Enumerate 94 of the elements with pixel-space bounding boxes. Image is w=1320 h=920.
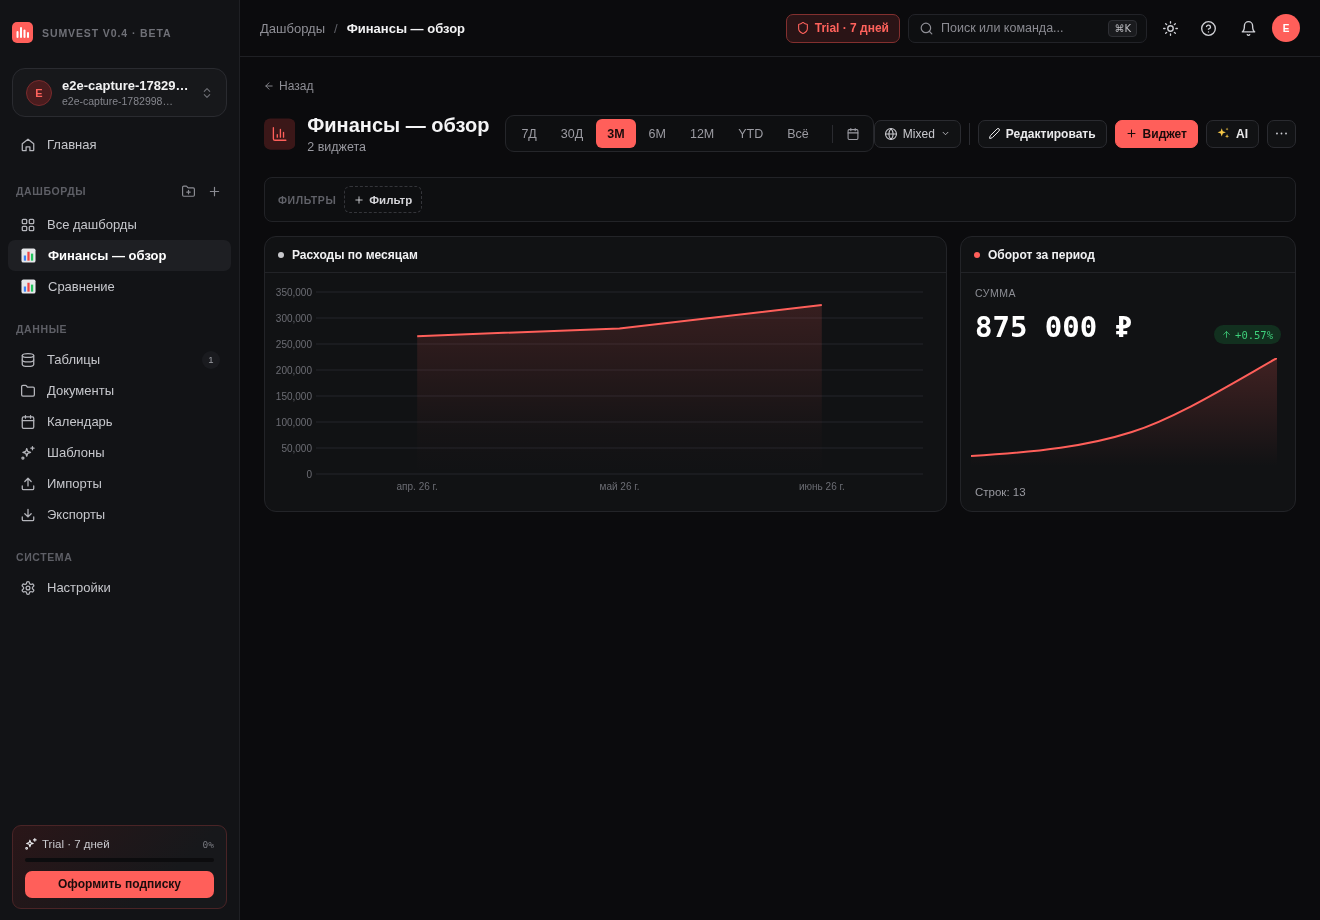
period-tab[interactable]: 12М <box>678 119 726 148</box>
y-axis-label: 100,000 <box>275 416 312 428</box>
mode-dropdown[interactable]: Mixed <box>873 119 961 148</box>
workspace-name: e2e-capture-17829… <box>62 77 190 94</box>
breadcrumb-item[interactable]: Дашборды <box>260 20 325 36</box>
y-axis-label: 300,000 <box>275 312 312 324</box>
nav-item[interactable]: Финансы — обзор <box>8 240 231 271</box>
y-axis-label: 0 <box>306 468 312 480</box>
add-widget-button[interactable]: Виджет <box>1114 119 1198 148</box>
sparkles-icon <box>1217 127 1230 140</box>
period-tab[interactable]: 3М <box>596 119 636 148</box>
download-icon <box>21 507 35 522</box>
nav-item[interactable]: Настройки <box>8 572 231 603</box>
more-icon <box>1276 132 1287 135</box>
nav-item[interactable]: Таблицы 1 <box>8 344 231 375</box>
nav-item[interactable]: Все дашборды <box>8 209 231 240</box>
nav-item[interactable]: Шаблоны <box>8 437 231 468</box>
kpi-value: 875 000 ₽ <box>975 310 1133 344</box>
row-count: Строк: 13 <box>975 486 1027 498</box>
widget-count: 2 виджета <box>307 140 368 154</box>
calendar-icon[interactable] <box>846 127 859 140</box>
bar-chart-icon <box>21 279 36 294</box>
sparkles-icon <box>21 445 35 460</box>
period-tab[interactable]: YTD <box>727 119 775 148</box>
trial-percent: 0% <box>202 838 214 850</box>
x-axis-label: апр. 26 г. <box>396 481 438 492</box>
calendar-icon <box>21 414 35 429</box>
kpi-label: СУММА <box>975 287 1017 300</box>
plus-icon[interactable] <box>208 184 221 198</box>
nav-item[interactable]: Календарь <box>8 406 231 437</box>
change-value: +0.57% <box>1235 328 1273 341</box>
nav-item[interactable]: Сравнение <box>8 271 231 302</box>
nav-item[interactable]: Главная <box>8 129 231 160</box>
section-title: ДАННЫЕ <box>16 323 68 335</box>
sparkles-icon <box>25 838 37 850</box>
bar-chart-icon <box>21 248 36 263</box>
nav-item[interactable]: Документы <box>8 375 231 406</box>
subscribe-button[interactable]: Оформить подписку <box>25 870 214 898</box>
home-icon <box>21 137 35 152</box>
pencil-icon <box>988 128 1000 139</box>
workspace-avatar: E <box>26 79 52 106</box>
chevrons-icon <box>201 86 213 99</box>
shield-icon <box>796 22 809 34</box>
globe-icon <box>884 127 897 140</box>
plus-icon <box>354 194 365 205</box>
folder-icon <box>21 383 35 398</box>
x-axis-label: май 26 г. <box>599 481 640 492</box>
section-title: ДАШБОРДЫ <box>16 185 87 197</box>
help-icon[interactable] <box>1201 20 1216 36</box>
sun-icon[interactable] <box>1163 20 1178 36</box>
trial-label: Trial · 7 дней <box>42 838 110 850</box>
settings-icon <box>21 580 35 595</box>
filter-label: ФИЛЬТРЫ <box>278 193 337 206</box>
y-axis-label: 50,000 <box>281 442 312 454</box>
logo-icon <box>12 22 33 43</box>
shortcut-key: ⌘K <box>1108 19 1137 37</box>
database-icon <box>21 352 35 367</box>
x-axis-label: июнь 26 г. <box>799 481 845 492</box>
period-tab[interactable]: 7Д <box>510 119 548 148</box>
y-axis-label: 250,000 <box>275 338 312 350</box>
bell-icon[interactable] <box>1241 20 1256 36</box>
grid-icon <box>21 217 35 232</box>
search-input[interactable]: Поиск или команда... <box>941 21 1101 35</box>
workspace-switcher[interactable]: E e2e-capture-17829… e2e-capture-1782998… <box>12 68 227 117</box>
period-tab[interactable]: 30Д <box>549 119 595 148</box>
plus-icon <box>1125 128 1137 139</box>
widget-title: Расходы по месяцам <box>292 247 418 262</box>
period-tab[interactable]: 6М <box>637 119 677 148</box>
period-tab[interactable]: Всё <box>776 119 820 148</box>
search-field[interactable]: Поиск или команда... ⌘K <box>908 13 1147 43</box>
y-axis-label: 200,000 <box>275 364 312 376</box>
workspace-id: e2e-capture-1782998… <box>62 93 174 108</box>
upload-icon <box>21 476 35 491</box>
count-badge: 1 <box>202 350 220 369</box>
arrow-up-icon <box>1222 330 1232 339</box>
widget-title: Оборот за период <box>988 247 1095 262</box>
nav-item[interactable]: Импорты <box>8 468 231 499</box>
nav-item[interactable]: Экспорты <box>8 499 231 530</box>
breadcrumb-separator: / <box>334 20 338 36</box>
caret-icon <box>940 129 950 138</box>
breadcrumb-item[interactable]: Финансы — обзор <box>346 20 466 36</box>
brand-name: SUMVEST V0.4 · BETA <box>42 26 172 39</box>
back-link[interactable]: Назад <box>264 79 314 93</box>
search-icon <box>920 21 933 35</box>
arrow-left-icon <box>264 81 274 91</box>
edit-button[interactable]: Редактировать <box>977 119 1107 148</box>
add-filter-button[interactable]: Фильтр <box>344 186 423 213</box>
ai-button[interactable]: AI <box>1206 119 1259 148</box>
section-title: СИСТЕМА <box>16 551 73 563</box>
y-axis-label: 150,000 <box>275 390 312 402</box>
page-title: Финансы — обзор <box>307 113 490 137</box>
trial-badge[interactable]: Trial · 7 дней <box>785 13 900 43</box>
folder-plus-icon[interactable] <box>182 184 195 198</box>
y-axis-label: 350,000 <box>275 286 312 298</box>
